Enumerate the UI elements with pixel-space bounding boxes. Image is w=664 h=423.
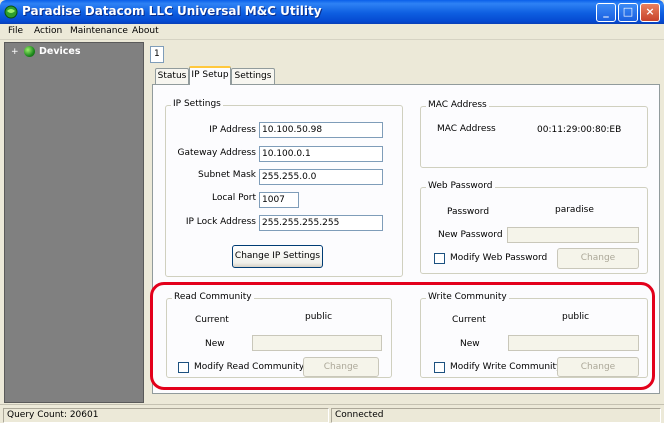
- menu-bar: File Action Maintenance About: [0, 24, 664, 40]
- read-community-title: Read Community: [172, 292, 254, 302]
- local-port-label: Local Port: [211, 193, 256, 203]
- ip-lock-label: IP Lock Address: [185, 217, 256, 227]
- tree-item-devices[interactable]: Devices: [39, 46, 81, 57]
- modify-read-community-label: Modify Read Community: [194, 362, 305, 372]
- maximize-button[interactable]: □: [618, 3, 638, 22]
- read-current-label: Current: [195, 315, 229, 325]
- menu-maintenance[interactable]: Maintenance: [70, 26, 128, 36]
- menu-action[interactable]: Action: [34, 26, 62, 36]
- minimize-button[interactable]: _: [596, 3, 616, 22]
- close-button[interactable]: ×: [640, 3, 660, 22]
- device-tree[interactable]: + Devices: [4, 42, 144, 403]
- password-label: Password: [447, 207, 490, 217]
- modify-web-password-checkbox[interactable]: [434, 253, 445, 264]
- globe-icon: [24, 46, 35, 57]
- mac-address-group: [420, 106, 648, 168]
- web-password-title: Web Password: [426, 181, 495, 191]
- tab-status[interactable]: Status: [155, 68, 189, 84]
- ip-settings-title: IP Settings: [171, 99, 223, 109]
- write-current-label: Current: [452, 315, 486, 325]
- write-new-input[interactable]: [508, 335, 639, 351]
- ip-address-label: IP Address: [209, 125, 256, 135]
- modify-write-community-checkbox[interactable]: [434, 362, 445, 373]
- write-new-label: New: [460, 339, 480, 349]
- subnet-input[interactable]: 255.255.0.0: [259, 169, 383, 185]
- modify-write-community-label: Modify Write Community: [450, 362, 562, 372]
- title-bar[interactable]: Paradise Datacom LLC Universal M&C Utili…: [0, 0, 664, 24]
- mac-address-value: 00:11:29:00:80:EB: [537, 125, 622, 135]
- modify-web-password-label: Modify Web Password: [450, 253, 548, 263]
- ip-lock-input[interactable]: 255.255.255.255: [259, 215, 383, 231]
- menu-file[interactable]: File: [8, 26, 23, 36]
- gateway-label: Gateway Address: [177, 148, 256, 158]
- query-count-status: Query Count: 20601: [3, 408, 329, 423]
- connection-status: Connected: [331, 408, 661, 423]
- read-new-label: New: [205, 339, 225, 349]
- read-current-value: public: [305, 312, 333, 322]
- mac-address-title: MAC Address: [426, 100, 489, 110]
- write-community-title: Write Community: [426, 292, 509, 302]
- change-read-community-button[interactable]: Change: [303, 357, 379, 377]
- local-port-input[interactable]: 1007: [259, 192, 299, 208]
- tab-settings[interactable]: Settings: [231, 68, 275, 84]
- app-icon: [4, 5, 18, 19]
- menu-about[interactable]: About: [132, 26, 159, 36]
- change-web-password-button[interactable]: Change: [557, 248, 639, 269]
- new-password-label: New Password: [438, 230, 503, 240]
- change-write-community-button[interactable]: Change: [557, 357, 639, 377]
- read-new-input[interactable]: [252, 335, 382, 351]
- status-bar: Query Count: 20601 Connected: [0, 404, 664, 423]
- device-tab[interactable]: 1: [150, 46, 164, 63]
- mac-address-label: MAC Address: [437, 124, 496, 134]
- subnet-label: Subnet Mask: [198, 170, 256, 180]
- tree-expand-icon[interactable]: +: [11, 47, 19, 57]
- new-password-input[interactable]: [507, 227, 639, 243]
- tab-ip-setup[interactable]: IP Setup: [189, 66, 231, 85]
- change-ip-settings-button[interactable]: Change IP Settings: [232, 245, 323, 268]
- password-value: paradise: [555, 205, 594, 215]
- write-current-value: public: [562, 312, 590, 322]
- window-title: Paradise Datacom LLC Universal M&C Utili…: [22, 4, 322, 18]
- modify-read-community-checkbox[interactable]: [178, 362, 189, 373]
- gateway-input[interactable]: 10.100.0.1: [259, 146, 383, 162]
- ip-address-input[interactable]: 10.100.50.98: [259, 122, 383, 138]
